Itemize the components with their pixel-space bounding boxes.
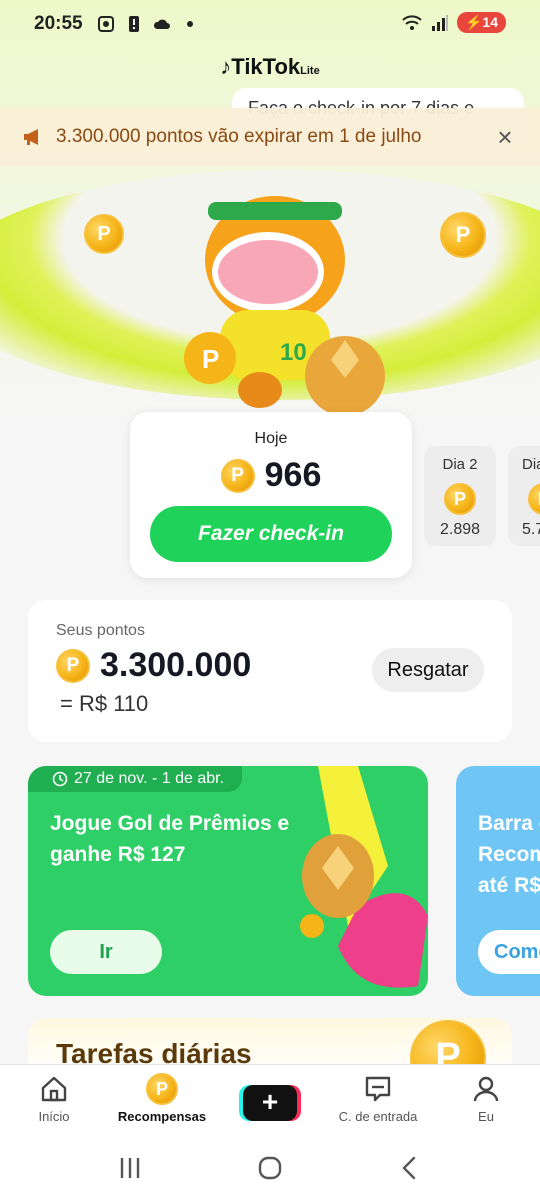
points-coin-icon: P [444,483,476,515]
nav-item-recompensas[interactable]: P Recompensas [108,1065,216,1136]
promo-title: Jogue Gol de Prêmios e ganhe R$ 127 [50,812,290,866]
checkin-points-row: P 966 [130,456,412,495]
today-checkin-card: Hoje P 966 Fazer check-in [130,412,412,578]
expiry-notice-text: 3.300.000 pontos vão expirar em 1 de jul… [56,126,422,147]
app-logo: ♪TikTokLite [0,54,540,80]
promo-start-button[interactable]: Come [478,930,540,974]
promo-title-line: Recom [478,843,540,866]
upcoming-day-points: 2.898 [439,521,481,538]
checkin-button[interactable]: Fazer check-in [150,506,392,562]
screenshot-icon [97,16,114,32]
home-icon [41,1076,67,1102]
nav-item-create[interactable]: + [216,1065,324,1136]
nav-item-label: C. de entrada [338,1109,418,1124]
mascot-illustration: 10 P [184,196,385,416]
promo-card-gol-de-premios[interactable]: 27 de nov. - 1 de abr. Jogue Gol de Prêm… [28,766,428,996]
promo-date-text: 27 de nov. - 1 de abr. [74,770,225,787]
promo-card-barra-recompensas[interactable]: Barra c Recom até R$ Come [456,766,540,996]
nav-item-eu[interactable]: Eu [432,1065,540,1136]
home-button-icon[interactable] [257,1155,283,1181]
app-logo-suffix: Lite [300,65,320,77]
recent-apps-icon[interactable] [117,1155,143,1181]
status-bar: 20:55 ⚡14 [0,0,540,48]
wifi-icon [402,14,422,30]
cloud-icon [153,19,170,29]
checkin-points-value: 966 [264,456,322,494]
megaphone-icon [24,129,38,145]
svg-text:10: 10 [280,339,307,366]
inbox-icon [365,1076,391,1102]
upcoming-day-card: Dia 2 P 2.898 [424,446,496,546]
upcoming-day-points: 5.7 [522,521,540,538]
dot-icon [186,21,193,27]
close-notice-icon[interactable]: × [492,124,518,150]
tiktok-note-icon: ♪ [220,54,232,79]
alert-icon [128,16,139,32]
redeem-button[interactable]: Resgatar [372,648,484,692]
bottom-navigation: Início P Recompensas + C. de entrada Eu [0,1064,540,1136]
profile-icon [473,1076,499,1102]
expiry-notice-banner: 3.300.000 pontos vão expirar em 1 de jul… [0,108,540,166]
points-conversion: = R$ 110 [60,691,149,716]
floating-coin-left: P [84,214,124,254]
promo-title-line: até R$ [478,874,540,897]
battery-indicator: ⚡14 [456,12,506,33]
promo-go-button[interactable]: Ir [50,930,162,974]
points-coin-icon: P [528,483,540,515]
nav-item-inicio[interactable]: Início [0,1065,108,1136]
checkin-day-label: Hoje [254,430,288,447]
points-coin-icon: P [56,648,90,683]
signal-icon [431,14,448,31]
clock-icon [52,771,68,787]
upcoming-day-label: Dia [522,456,540,473]
promo-title: Barra c Recom até R$ [478,808,540,901]
points-coin-icon: P [220,458,255,493]
promo-date-tag: 27 de nov. - 1 de abr. [28,766,243,792]
points-balance-label: Seus pontos [56,622,145,639]
nav-item-label: Recompensas [117,1109,207,1124]
app-logo-text: TikTok [231,54,301,79]
back-icon[interactable] [397,1155,423,1181]
system-navigation-bar [0,1136,540,1200]
rewards-coin-symbol: P [146,1073,178,1105]
floating-coin-right: P [440,212,486,258]
upcoming-day-card: Dia P 5.7 [508,446,540,546]
nav-item-label: Eu [478,1109,494,1124]
status-time: 20:55 [34,13,83,34]
nav-item-caixa-de-entrada[interactable]: C. de entrada [324,1065,432,1136]
create-plus-icon: + [243,1085,297,1121]
battery-level: 14 [482,14,498,30]
promo-title-line: Barra c [478,812,540,835]
points-balance-card: Seus pontos P 3.300.000 = R$ 110 Resgata… [28,600,512,742]
svg-text:P: P [202,344,219,374]
nav-item-label: Início [38,1109,70,1124]
points-balance-value: 3.300.000 [100,646,252,684]
rewards-coin-icon: P [146,1073,178,1105]
soccer-ball-illustration [300,766,428,988]
upcoming-day-label: Dia 2 [442,456,478,473]
